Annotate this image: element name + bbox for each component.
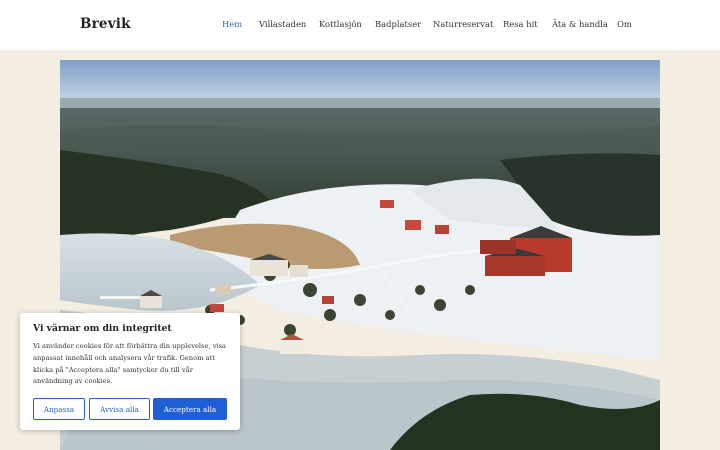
cookie-text: Vi använder cookies för att förbättra di… — [33, 342, 227, 386]
reject-all-button[interactable]: Avvisa alla — [89, 398, 150, 420]
nav-item-kottlasjon[interactable]: Kottlasjön — [319, 19, 362, 29]
cookie-title: Vi värnar om din integritet — [33, 323, 172, 334]
nav-item-villastaden[interactable]: Villastaden — [259, 19, 306, 29]
customize-button[interactable]: Anpassa — [33, 398, 85, 420]
main-nav: Hem Villastaden Kottlasjön Badplatser Na… — [0, 19, 720, 33]
accept-all-button[interactable]: Acceptera alla — [153, 398, 227, 420]
nav-item-ata-handla[interactable]: Äta & handla — [552, 19, 608, 29]
nav-item-badplatser[interactable]: Badplatser — [375, 19, 421, 29]
nav-item-hem[interactable]: Hem — [222, 19, 242, 29]
nav-item-om[interactable]: Om — [617, 19, 632, 29]
site-header: Brevik Hem Villastaden Kottlasjön Badpla… — [0, 0, 720, 50]
nav-item-resa-hit[interactable]: Resa hit — [503, 19, 538, 29]
nav-item-naturreservat[interactable]: Naturreservat — [433, 19, 493, 29]
cookie-consent-dialog: Vi värnar om din integritet Vi använder … — [20, 313, 240, 430]
